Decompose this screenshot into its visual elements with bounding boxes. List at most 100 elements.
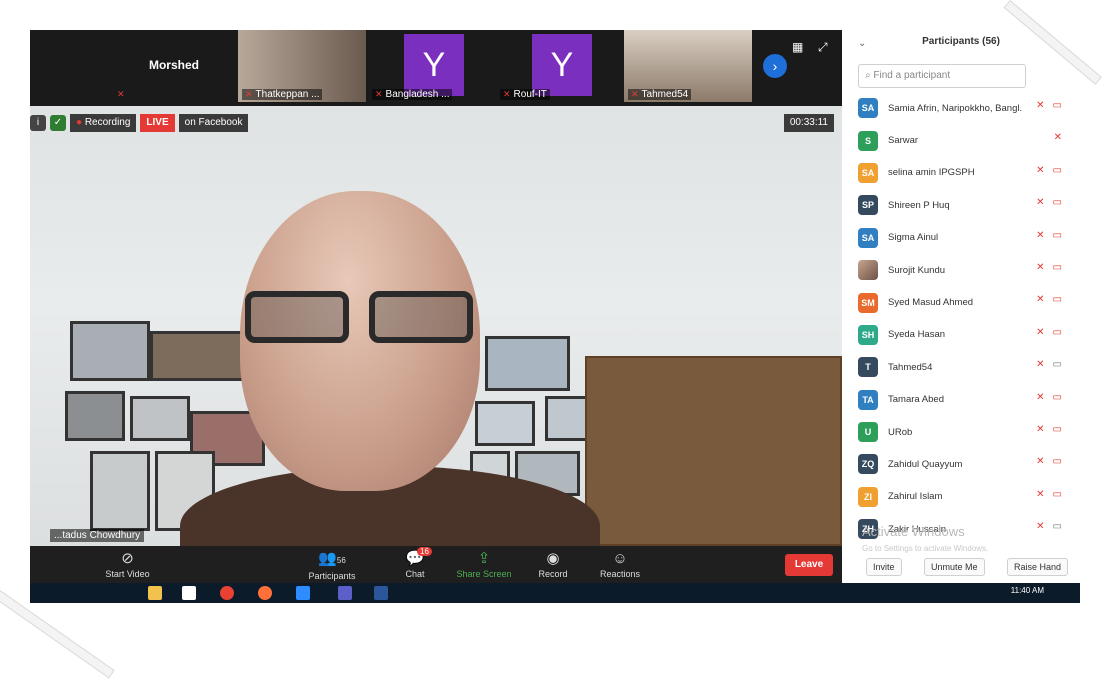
tile-label: Morshed (148, 58, 199, 72)
gallery-view-icon[interactable]: ▦ (792, 40, 803, 54)
muted-mic-icon: ✕ (1036, 197, 1045, 209)
muted-mic-icon: ✕ (117, 89, 125, 99)
muted-mic-icon: ✕ (631, 89, 639, 99)
avatar: Y (404, 34, 464, 96)
muted-mic-icon: ✕ (1053, 132, 1062, 144)
leave-button[interactable]: Leave (785, 554, 833, 576)
chat-badge: 16 (417, 547, 432, 556)
invite-button[interactable]: Invite (866, 558, 902, 576)
video-off-icon: ▭ (1052, 488, 1062, 500)
tile-participant-video[interactable]: ✕ Thatkeppan ... (238, 30, 366, 102)
teams-icon[interactable] (338, 586, 352, 600)
video-off-icon: ▭ (1052, 294, 1062, 306)
tile-bangladesh[interactable]: Y ✕ Bangladesh ... (368, 30, 496, 102)
list-item[interactable]: SH Syeda Hasan ✕ ▭ (858, 319, 1068, 351)
zoom-window: Morshed ✕ ✕ Thatkeppan ... Y ✕ Bangladesh … (30, 30, 1080, 603)
search-placeholder: Find a participant (873, 70, 951, 81)
avatar: U (858, 422, 878, 443)
video-off-icon: ▭ (1052, 229, 1062, 241)
participant-name: Syed Masud Ahmed (888, 297, 974, 309)
participant-search-input[interactable]: ⌕ Find a participant (858, 64, 1026, 88)
speaker-name-label: ...tadus Chowdhury (50, 529, 145, 542)
next-page-icon[interactable]: › (763, 54, 787, 78)
avatar: SA (858, 162, 878, 183)
tile-rouf-it[interactable]: Y ✕ Rouf-IT (496, 30, 624, 102)
chat-button[interactable]: 16 💬 Chat (397, 547, 433, 579)
wall-frame (130, 396, 190, 441)
wall-frame (485, 336, 570, 391)
participants-button[interactable]: 👥56 Participants (302, 549, 362, 581)
list-item[interactable]: SA selina amin IPGSPH ✕ ▭ (858, 157, 1068, 189)
record-button[interactable]: ◉ Record (533, 549, 573, 579)
list-item[interactable]: U URob ✕ ▭ (858, 416, 1068, 448)
store-icon[interactable] (182, 586, 196, 600)
taskbar-clock: 11:40 AM (1010, 586, 1044, 595)
avatar: Y (532, 34, 592, 96)
info-icon[interactable]: i (30, 115, 46, 131)
list-item[interactable]: Surojit Kundu ✕ ▭ (858, 254, 1068, 286)
live-badge[interactable]: LIVE (140, 114, 175, 132)
muted-mic-icon: ✕ (1036, 100, 1045, 111)
file-explorer-icon[interactable] (148, 586, 162, 600)
meeting-status-bar: i ✓ ● Recording LIVE on Facebook (30, 114, 249, 132)
record-label: Record (538, 569, 568, 579)
avatar: TA (858, 389, 878, 410)
wall-frame (545, 396, 590, 441)
list-item[interactable]: SA Sigma Ainul ✕ ▭ (858, 222, 1068, 254)
list-item[interactable]: TA Tamara Abed ✕ ▭ (858, 384, 1068, 416)
participant-name: Syeda Hasan (888, 329, 946, 341)
zoom-app-icon[interactable] (296, 586, 310, 600)
muted-mic-icon: ✕ (1036, 164, 1045, 176)
participants-footer: Invite Unmute Me Raise Hand (842, 550, 1080, 582)
participant-list: SA Samia Afrin, Naripokkho, Bangl... ✕ ▭ SS… (858, 92, 1068, 545)
participant-name: Shireen P Huq (888, 199, 950, 211)
share-screen-button[interactable]: ⇪ Share Screen (454, 549, 514, 579)
list-item[interactable]: SA Samia Afrin, Naripokkho, Bangl... ✕ ▭ (858, 92, 1068, 124)
muted-mic-icon: ✕ (1036, 359, 1045, 371)
list-item[interactable]: ZI Zahirul Islam ✕ ▭ (858, 481, 1068, 513)
start-video-button[interactable]: ⊘ Start Video (100, 549, 155, 579)
tile-caption: Tahmed54 (641, 89, 689, 100)
unmute-me-button[interactable]: Unmute Me (924, 558, 985, 576)
chrome-icon[interactable] (220, 586, 234, 600)
raise-hand-button[interactable]: Raise Hand (1007, 558, 1069, 576)
participant-name: Surojit Kundu (888, 264, 946, 276)
avatar: SH (858, 324, 878, 345)
video-off-icon: ▭ (1052, 391, 1062, 403)
avatar: ZQ (858, 454, 878, 475)
list-item[interactable]: ZQ Zahidul Quayyum ✕ ▭ (858, 448, 1068, 480)
participants-label: Participants (308, 571, 356, 581)
tile-caption: Rouf-IT (513, 89, 547, 100)
meeting-area: Morshed ✕ ✕ Thatkeppan ... Y ✕ Bangladesh … (30, 30, 842, 603)
participant-name: Sigma Ainul (888, 232, 939, 244)
participant-name: Tahmed54 (888, 361, 933, 373)
record-dot-icon: ● (76, 117, 85, 128)
list-item[interactable]: SM Syed Masud Ahmed ✕ ▭ (858, 286, 1068, 318)
tile-tahmed54[interactable]: ✕ Tahmed54 (624, 30, 752, 102)
wall-frame (70, 321, 150, 381)
reactions-button[interactable]: ☺ Reactions (595, 549, 645, 579)
video-icon: ▭ (1052, 359, 1062, 371)
participant-name: selina amin IPGSPH (888, 167, 975, 179)
tile-caption: Thatkeppan ... (255, 89, 320, 100)
start-video-label: Start Video (105, 569, 150, 579)
tile-morshed[interactable]: Morshed ✕ (110, 30, 238, 102)
participants-icon: 👥56 (318, 550, 346, 567)
muted-mic-icon: ✕ (1036, 229, 1045, 241)
muted-mic-icon: ✕ (245, 89, 253, 99)
participant-name: Tamara Abed (888, 394, 944, 406)
firefox-icon[interactable] (258, 586, 272, 600)
word-icon[interactable] (374, 586, 388, 600)
fullscreen-icon[interactable]: ⤢ (818, 40, 828, 55)
list-item[interactable]: T Tahmed54 ✕ ▭ (858, 351, 1068, 383)
video-off-icon: ▭ (1052, 197, 1062, 209)
wall-frame (90, 451, 150, 531)
muted-mic-icon: ✕ (1036, 294, 1045, 306)
recording-indicator[interactable]: ● Recording (70, 114, 137, 132)
shield-icon[interactable]: ✓ (50, 115, 66, 131)
glasses-icon (245, 291, 477, 343)
list-item[interactable]: S Sarwar ✕ (858, 124, 1068, 156)
active-speaker-video: i ✓ ● Recording LIVE on Facebook 00:33:1… (30, 106, 842, 546)
list-item[interactable]: SP Shireen P Huq ✕ ▭ (858, 189, 1068, 221)
video-off-icon: ▭ (1052, 164, 1062, 176)
